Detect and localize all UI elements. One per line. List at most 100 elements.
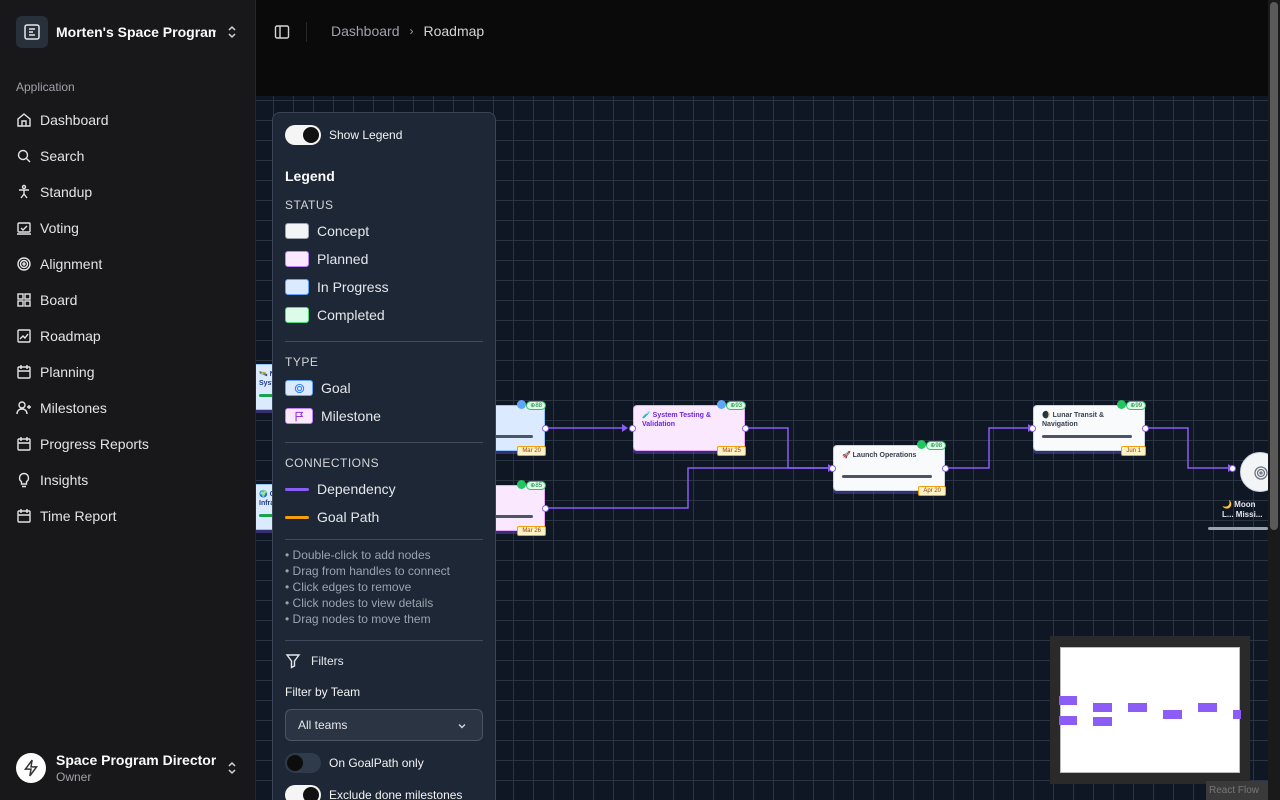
- user-name: Space Program Director: [56, 752, 216, 768]
- legend-title: Legend: [285, 168, 335, 184]
- goal-type-icon: [517, 400, 526, 409]
- app-root: Morten's Space Program Application Dashb…: [0, 0, 1280, 800]
- standup-icon: [19, 184, 29, 199]
- node-handle[interactable]: [1142, 425, 1149, 432]
- sidebar: Morten's Space Program Application Dashb…: [0, 0, 256, 800]
- minimap-node: [1198, 703, 1217, 712]
- roadmap-node[interactable]: 🚀 Launch Operations ⊕98 Apr 20: [833, 440, 946, 496]
- sidebar-item-insights[interactable]: Insights: [8, 462, 248, 498]
- help-line: • Drag from handles to connect: [285, 564, 450, 578]
- page-scrollbar[interactable]: [1268, 0, 1280, 800]
- sidebar-item-roadmap[interactable]: Roadmap: [8, 318, 248, 354]
- help-line: • Drag nodes to move them: [285, 612, 431, 626]
- top-header: Dashboard › Roadmap: [256, 0, 1280, 96]
- type-heading: TYPE: [285, 355, 319, 369]
- legend-item-label: Goal: [321, 380, 351, 396]
- roadmap-icon: [17, 329, 31, 343]
- node-progress-bar: [842, 475, 932, 478]
- roadmap-node[interactable]: 🧪 System Testing & Validation ⊕93 Mar 25: [633, 400, 746, 456]
- dependency-edge[interactable]: [745, 427, 833, 469]
- sidebar-item-time-report[interactable]: Time Report: [8, 498, 248, 534]
- node-handle[interactable]: [829, 465, 836, 472]
- goalpath-only-label: On GoalPath only: [329, 756, 424, 770]
- calendar-icon: [17, 509, 31, 523]
- dependency-edge[interactable]: [1145, 427, 1233, 469]
- legend-item-label: Goal Path: [317, 509, 380, 525]
- dependency-line-swatch: [285, 487, 309, 491]
- node-handle[interactable]: [942, 465, 949, 472]
- sidebar-item-planning[interactable]: Planning: [8, 354, 248, 390]
- sidebar-item-label: Search: [40, 148, 85, 164]
- team-select-value: All teams: [298, 718, 348, 732]
- target-icon: [1254, 466, 1268, 480]
- goalpath-only-toggle[interactable]: [285, 753, 321, 773]
- help-line: • Double-click to add nodes: [285, 548, 431, 562]
- status-complete-icon: [917, 440, 926, 449]
- node-due-date: Jun 1: [1121, 446, 1146, 456]
- sidebar-item-milestones[interactable]: Milestones: [8, 390, 248, 426]
- status-swatch: [285, 251, 309, 267]
- scrollbar-thumb[interactable]: [1270, 2, 1278, 530]
- sidebar-toggle-icon[interactable]: [274, 24, 290, 40]
- legend-type-goal: Goal: [285, 380, 351, 396]
- node-score-badge: ⊕98: [926, 441, 946, 450]
- sidebar-item-standup[interactable]: Standup: [8, 174, 248, 210]
- breadcrumb-parent[interactable]: Dashboard: [331, 23, 400, 39]
- flag-icon: [295, 411, 303, 421]
- sidebar-item-search[interactable]: Search: [8, 138, 248, 174]
- home-icon: [17, 113, 31, 127]
- show-legend-toggle[interactable]: [285, 125, 321, 145]
- node-handle[interactable]: [742, 425, 749, 432]
- goal-type-icon: [717, 400, 726, 409]
- sidebar-item-board[interactable]: Board: [8, 282, 248, 318]
- search-icon: [17, 149, 31, 163]
- lightbulb-icon: [18, 472, 30, 488]
- goal-path-line-swatch: [285, 515, 309, 519]
- sidebar-group-label: Application: [16, 80, 75, 94]
- minimap-node: [1128, 703, 1147, 712]
- help-instructions: • Double-click to add nodes • Drag from …: [285, 547, 450, 627]
- legend-divider: [285, 640, 483, 641]
- legend-item-label: In Progress: [317, 279, 389, 295]
- node-handle[interactable]: [542, 505, 549, 512]
- workspace-switcher[interactable]: Morten's Space Program: [16, 16, 240, 48]
- help-line: • Click nodes to view details: [285, 596, 434, 610]
- sidebar-item-label: Progress Reports: [40, 436, 149, 452]
- legend-status-planned: Planned: [285, 251, 368, 267]
- node-title: 🚀 Launch Operations: [842, 452, 917, 459]
- voting-icon: [17, 222, 31, 235]
- dependency-edge[interactable]: [945, 427, 1033, 469]
- status-swatch: [285, 307, 309, 323]
- sidebar-item-progress-reports[interactable]: Progress Reports: [8, 426, 248, 462]
- filter-icon: [285, 654, 301, 669]
- legend-panel: Show Legend Legend STATUS Concept Planne…: [272, 112, 496, 800]
- board-icon: [17, 293, 31, 307]
- node-handle[interactable]: [1029, 425, 1036, 432]
- legend-type-milestone: Milestone: [285, 408, 381, 424]
- milestone-swatch: [285, 408, 313, 424]
- roadmap-node[interactable]: 🌒 Lunar Transit & Navigation ⊕99 Jun 1: [1033, 400, 1146, 456]
- sidebar-item-label: Insights: [40, 472, 89, 488]
- node-handle[interactable]: [629, 425, 636, 432]
- legend-status-concept: Concept: [285, 223, 369, 239]
- attribution-link[interactable]: React Flow: [1206, 781, 1268, 800]
- node-handle[interactable]: [1229, 465, 1236, 472]
- edge-arrow: [622, 424, 628, 432]
- goal-node-label: 🌙 Moon L... Missi...: [1222, 500, 1263, 519]
- legend-item-label: Dependency: [317, 481, 396, 497]
- dependency-edge[interactable]: [545, 467, 833, 509]
- workspace-logo-icon: [16, 16, 48, 48]
- sidebar-item-alignment[interactable]: Alignment: [8, 246, 248, 282]
- node-due-date: Apr 20: [918, 486, 946, 496]
- minimap[interactable]: [1050, 636, 1250, 784]
- exclude-done-toggle[interactable]: [285, 785, 321, 800]
- sidebar-item-voting[interactable]: Voting: [8, 210, 248, 246]
- team-select[interactable]: All teams: [285, 709, 483, 741]
- minimap-node: [1059, 716, 1077, 725]
- chevron-down-icon: [458, 724, 466, 729]
- node-handle[interactable]: [542, 425, 549, 432]
- sidebar-item-dashboard[interactable]: Dashboard: [8, 102, 248, 138]
- status-complete-icon: [1117, 400, 1126, 409]
- sidebar-item-label: Dashboard: [40, 112, 109, 128]
- user-menu[interactable]: Space Program Director Owner: [16, 752, 240, 784]
